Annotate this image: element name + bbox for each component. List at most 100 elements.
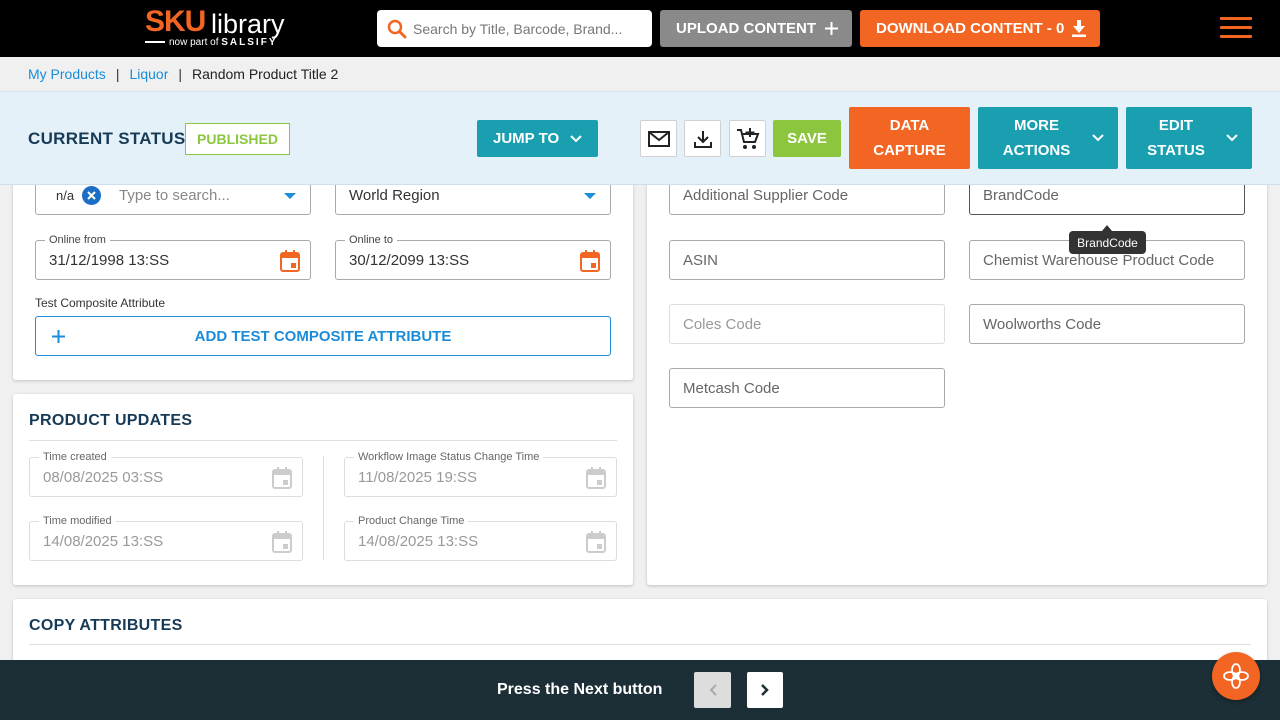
guided-tour-bar: Press the Next button — [0, 660, 1280, 720]
add-composite-attribute-button[interactable]: ADD TEST COMPOSITE ATTRIBUTE — [35, 316, 611, 356]
metcash-code-input[interactable]: Metcash Code — [669, 368, 945, 408]
more-actions-button[interactable]: MORE ACTIONS — [978, 107, 1118, 169]
logo-library: library — [211, 9, 285, 39]
download-icon — [1072, 20, 1086, 37]
woolworths-code-placeholder: Woolworths Code — [983, 315, 1102, 333]
online-from-field[interactable]: Online from 31/12/1998 13:SS — [35, 233, 311, 280]
asin-input[interactable]: ASIN — [669, 240, 945, 280]
remove-chip-icon[interactable] — [82, 186, 101, 205]
time-created-label: Time created — [39, 450, 111, 464]
woolworths-code-input[interactable]: Woolworths Code — [969, 304, 1245, 344]
data-capture-label-line2: CAPTURE — [873, 142, 946, 159]
add-to-cart-button[interactable] — [729, 120, 766, 157]
edit-status-label: EDIT STATUS — [1140, 113, 1212, 163]
chevron-right-icon — [761, 684, 769, 696]
calendar-icon — [586, 531, 606, 553]
tour-instruction: Press the Next button — [497, 681, 663, 698]
coles-code-placeholder: Coles Code — [683, 315, 762, 333]
upload-content-label: UPLOAD CONTENT — [676, 20, 816, 37]
plus-icon — [52, 330, 65, 343]
jump-to-label: JUMP TO — [493, 130, 560, 147]
supplier-codes-panel: Additional Supplier Code BrandCode ASIN … — [647, 150, 1267, 585]
breadcrumb-my-products[interactable]: My Products — [28, 66, 106, 82]
product-change-time-field: Product Change Time 14/08/2025 13:SS — [344, 514, 617, 561]
world-region-value: World Region — [349, 186, 440, 204]
calendar-icon — [272, 467, 292, 489]
online-to-value: 30/12/2099 13:SS — [349, 251, 470, 269]
tour-next-button[interactable] — [747, 672, 783, 708]
dropdown-arrow-icon — [284, 193, 296, 199]
data-capture-button[interactable]: DATA CAPTURE — [849, 107, 970, 169]
time-modified-label: Time modified — [39, 514, 116, 528]
breadcrumb-separator: | — [178, 66, 183, 82]
more-actions-label-line2: ACTIONS — [1002, 142, 1071, 159]
save-button[interactable]: SAVE — [773, 120, 841, 157]
online-from-label: Online from — [45, 233, 110, 247]
search-input[interactable] — [413, 10, 645, 47]
additional-supplier-code-placeholder: Additional Supplier Code — [683, 186, 849, 204]
calendar-icon[interactable] — [280, 250, 300, 272]
mail-icon — [647, 130, 670, 147]
email-button[interactable] — [640, 120, 677, 157]
calendar-icon — [586, 467, 606, 489]
chevron-down-icon — [1226, 134, 1238, 142]
product-updates-panel: PRODUCT UPDATES Time created 08/08/2025 … — [13, 394, 633, 585]
more-actions-label: MORE ACTIONS — [994, 113, 1079, 163]
help-launcher-button[interactable] — [1212, 652, 1260, 700]
edit-status-button[interactable]: EDIT STATUS — [1126, 107, 1252, 169]
tour-previous-button[interactable] — [694, 672, 731, 708]
asin-placeholder: ASIN — [683, 251, 719, 269]
product-change-time-label: Product Change Time — [354, 514, 469, 528]
time-created-field: Time created 08/08/2025 03:SS — [29, 450, 303, 497]
logo-tagline-prefix: now part of — [169, 37, 219, 48]
divider — [29, 644, 1251, 645]
online-to-field[interactable]: Online to 30/12/2099 13:SS — [335, 233, 611, 280]
status-toolbar: CURRENT STATUS: PUBLISHED JUMP TO SAVE D… — [0, 91, 1280, 185]
coles-code-input: Coles Code — [669, 304, 945, 344]
brand-code-tooltip: BrandCode — [1069, 225, 1146, 254]
copy-attributes-title: COPY ATTRIBUTES — [29, 617, 183, 634]
online-to-label: Online to — [345, 233, 398, 247]
calendar-icon — [272, 531, 292, 553]
download-icon — [693, 130, 712, 148]
download-content-button[interactable]: DOWNLOAD CONTENT - 0 — [860, 10, 1100, 47]
current-status-label: CURRENT STATUS: — [28, 129, 192, 148]
time-modified-value: 14/08/2025 13:SS — [43, 532, 164, 550]
search-icon — [387, 19, 407, 39]
chemist-warehouse-code-placeholder: Chemist Warehouse Product Code — [983, 251, 1215, 269]
breadcrumb-liquor[interactable]: Liquor — [129, 66, 168, 82]
logo-sku: SKU — [145, 5, 206, 38]
calendar-icon[interactable] — [580, 250, 600, 272]
search-box[interactable] — [377, 10, 652, 47]
composite-attribute-label: Test Composite Attribute — [35, 296, 166, 310]
brand-code-placeholder: BrandCode — [983, 186, 1059, 204]
time-created-value: 08/08/2025 03:SS — [43, 468, 164, 486]
jump-to-button[interactable]: JUMP TO — [477, 120, 598, 157]
dropdown-arrow-icon — [584, 193, 596, 199]
add-composite-attribute-label: ADD TEST COMPOSITE ATTRIBUTE — [194, 327, 452, 345]
more-actions-label-line1: MORE — [1014, 117, 1059, 134]
hamburger-menu-icon[interactable] — [1220, 17, 1252, 39]
upload-content-button[interactable]: UPLOAD CONTENT — [660, 10, 852, 47]
plus-icon — [825, 22, 838, 35]
product-change-time-value: 14/08/2025 13:SS — [358, 532, 479, 550]
logo-tagline: now part of SALSIFY — [145, 37, 278, 48]
online-from-value: 31/12/1998 13:SS — [49, 251, 170, 269]
logo-tagline-brand: SALSIFY — [221, 37, 278, 48]
edit-status-label-line1: EDIT — [1158, 117, 1194, 134]
chevron-down-icon — [1092, 134, 1104, 142]
chevron-left-icon — [709, 684, 717, 696]
download-product-button[interactable] — [684, 120, 721, 157]
add-to-cart-icon — [736, 127, 759, 149]
top-bar: SKU library now part of SALSIFY UPLOAD C… — [0, 0, 1280, 57]
time-modified-field: Time modified 14/08/2025 13:SS — [29, 514, 303, 561]
divider — [29, 440, 617, 441]
download-content-label: DOWNLOAD CONTENT - 0 — [876, 20, 1065, 37]
workflow-image-status-label: Workflow Image Status Change Time — [354, 450, 544, 464]
chevron-down-icon — [570, 135, 582, 143]
skulibrary-logo[interactable]: SKU library now part of SALSIFY — [145, 5, 295, 49]
breadcrumb-current: Random Product Title 2 — [192, 66, 339, 82]
vertical-divider — [323, 456, 324, 560]
flower-help-icon — [1223, 663, 1249, 689]
metcash-code-placeholder: Metcash Code — [683, 379, 780, 397]
